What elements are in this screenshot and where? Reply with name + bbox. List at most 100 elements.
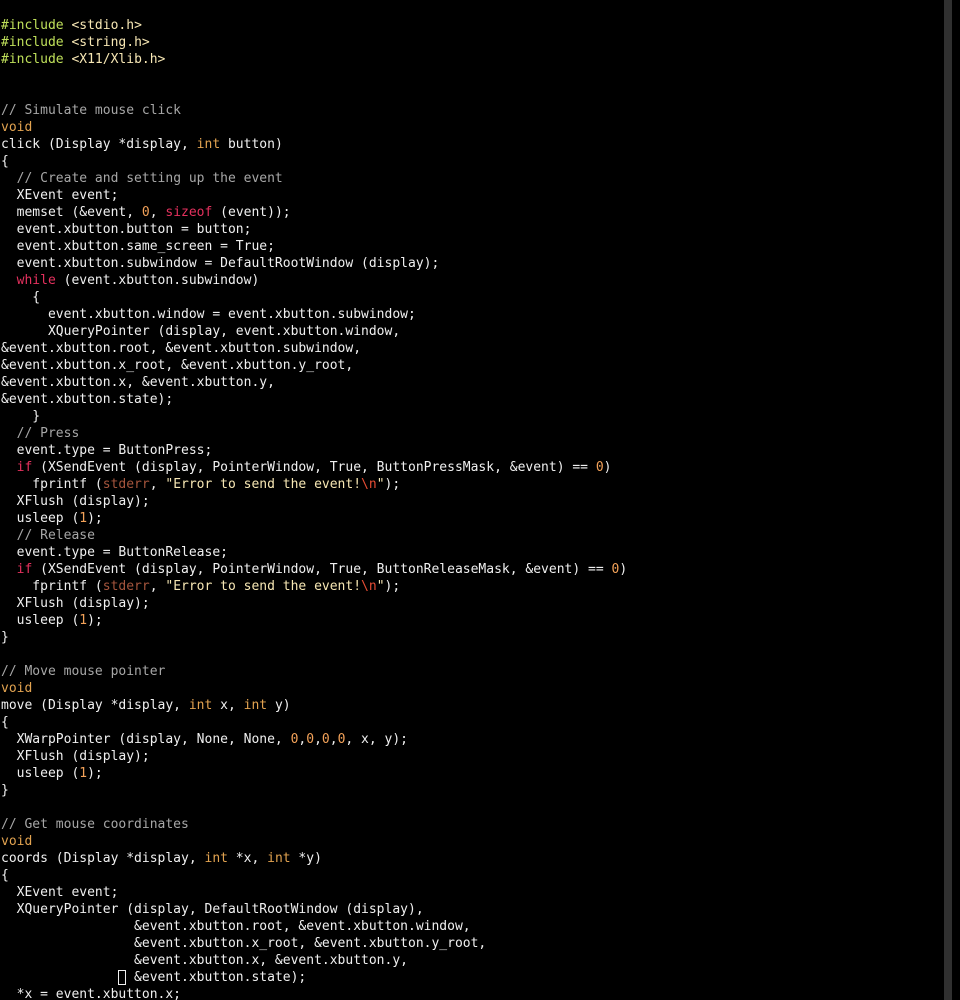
- code-line[interactable]: event.type = ButtonRelease;: [1, 544, 941, 561]
- code-line[interactable]: event.xbutton.button = button;: [1, 221, 941, 238]
- code-line[interactable]: XQueryPointer (display, event.xbutton.wi…: [1, 323, 941, 340]
- code-line[interactable]: event.xbutton.subwindow = DefaultRootWin…: [1, 255, 941, 272]
- code-token-text: &event.xbutton.x, &event.xbutton.y,: [1, 953, 408, 968]
- code-line[interactable]: event.xbutton.window = event.xbutton.sub…: [1, 306, 941, 323]
- code-line[interactable]: &event.xbutton.x_root, &event.xbutton.y_…: [1, 357, 941, 374]
- code-line[interactable]: usleep (1);: [1, 510, 941, 527]
- code-line[interactable]: }: [1, 629, 941, 646]
- code-token-text: ,: [149, 477, 166, 492]
- code-token-text: button): [220, 137, 283, 152]
- code-line[interactable]: &event.xbutton.root, &event.xbutton.subw…: [1, 340, 941, 357]
- code-token-text: &event.xbutton.state);: [1, 392, 174, 407]
- code-token-text: XFlush (display);: [1, 596, 150, 611]
- code-token-text: , x, y);: [345, 732, 409, 747]
- code-line[interactable]: memset (&event, 0, sizeof (event));: [1, 204, 941, 221]
- code-line[interactable]: move (Display *display, int x, int y): [1, 697, 941, 714]
- code-token-number: 1: [79, 613, 88, 628]
- code-line[interactable]: usleep (1);: [1, 765, 941, 782]
- code-line[interactable]: &event.xbutton.state);: [1, 969, 941, 986]
- code-line[interactable]: fprintf (stderr, "Error to send the even…: [1, 476, 941, 493]
- code-token-text: event.xbutton.window = event.xbutton.sub…: [1, 307, 416, 322]
- code-line[interactable]: #include <string.h>: [1, 34, 941, 51]
- code-token-string: <stdio.h>: [71, 18, 142, 33]
- code-line[interactable]: &event.xbutton.root, &event.xbutton.wind…: [1, 918, 941, 935]
- code-line[interactable]: void: [1, 119, 941, 136]
- code-line[interactable]: [1, 68, 941, 85]
- code-token-text: ): [603, 460, 612, 475]
- code-line[interactable]: XEvent event;: [1, 884, 941, 901]
- code-line[interactable]: &event.xbutton.x, &event.xbutton.y,: [1, 374, 941, 391]
- code-line[interactable]: // Create and setting up the event: [1, 170, 941, 187]
- code-line[interactable]: // Simulate mouse click: [1, 102, 941, 119]
- code-line[interactable]: event.xbutton.same_screen = True;: [1, 238, 941, 255]
- code-token-text: {: [1, 715, 9, 730]
- code-token-number: 0: [306, 732, 315, 747]
- code-line[interactable]: &event.xbutton.x, &event.xbutton.y,: [1, 952, 941, 969]
- code-line[interactable]: void: [1, 680, 941, 697]
- code-token-text: );: [87, 511, 103, 526]
- code-token-text: &event.xbutton.root, &event.xbutton.subw…: [1, 341, 362, 356]
- code-token-type: void: [1, 834, 33, 849]
- code-line[interactable]: XFlush (display);: [1, 748, 941, 765]
- code-token-keyword: sizeof: [165, 205, 213, 220]
- code-line[interactable]: }: [1, 782, 941, 799]
- code-line[interactable]: &event.xbutton.x_root, &event.xbutton.y_…: [1, 935, 941, 952]
- code-line[interactable]: XWarpPointer (display, None, None, 0,0,0…: [1, 731, 941, 748]
- code-line[interactable]: coords (Display *display, int *x, int *y…: [1, 850, 941, 867]
- code-area[interactable]: #include <stdio.h> #include <string.h> #in…: [1, 17, 941, 1000]
- code-line[interactable]: XFlush (display);: [1, 595, 941, 612]
- code-token-type: int: [188, 698, 213, 713]
- code-line[interactable]: &event.xbutton.state);: [1, 391, 941, 408]
- code-line[interactable]: if (XSendEvent (display, PointerWindow, …: [1, 561, 941, 578]
- code-token-text: &event.xbutton.x, &event.xbutton.y,: [1, 375, 275, 390]
- code-line[interactable]: {: [1, 289, 941, 306]
- code-token-text: {: [1, 154, 9, 169]
- code-token-text: XFlush (display);: [1, 494, 150, 509]
- code-token-comment: // Press: [16, 426, 80, 441]
- code-token-keyword: if: [16, 562, 33, 577]
- code-token-text: }: [1, 630, 9, 645]
- code-line[interactable]: // Press: [1, 425, 941, 442]
- code-token-text: y): [267, 698, 291, 713]
- vertical-scrollbar[interactable]: [944, 0, 952, 1000]
- code-line[interactable]: if (XSendEvent (display, PointerWindow, …: [1, 459, 941, 476]
- code-line[interactable]: [1, 85, 941, 102]
- code-token-keyword: if: [16, 460, 33, 475]
- code-token-text: XEvent event;: [1, 885, 119, 900]
- code-line[interactable]: // Get mouse coordinates: [1, 816, 941, 833]
- code-token-text: event.xbutton.button = button;: [1, 222, 252, 237]
- code-line[interactable]: fprintf (stderr, "Error to send the even…: [1, 578, 941, 595]
- code-line[interactable]: XEvent event;: [1, 187, 941, 204]
- code-line[interactable]: #include <stdio.h>: [1, 17, 941, 34]
- code-line[interactable]: }: [1, 408, 941, 425]
- code-line[interactable]: void: [1, 833, 941, 850]
- code-line[interactable]: [1, 799, 941, 816]
- code-line[interactable]: // Release: [1, 527, 941, 544]
- code-token-number: 1: [79, 766, 88, 781]
- code-line[interactable]: while (event.xbutton.subwindow): [1, 272, 941, 289]
- code-line[interactable]: {: [1, 714, 941, 731]
- code-token-type: void: [1, 681, 33, 696]
- code-token-type: int: [204, 851, 228, 866]
- code-line[interactable]: XFlush (display);: [1, 493, 941, 510]
- code-token-number: 0: [141, 205, 150, 220]
- code-line[interactable]: {: [1, 867, 941, 884]
- code-token-type: int: [243, 698, 268, 713]
- code-line[interactable]: #include <X11/Xlib.h>: [1, 51, 941, 68]
- code-line[interactable]: usleep (1);: [1, 612, 941, 629]
- code-line[interactable]: event.type = ButtonPress;: [1, 442, 941, 459]
- code-token-text: XQueryPointer (display, DefaultRootWindo…: [1, 902, 424, 917]
- code-line[interactable]: XQueryPointer (display, DefaultRootWindo…: [1, 901, 941, 918]
- code-line[interactable]: click (Display *display, int button): [1, 136, 941, 153]
- code-line[interactable]: *x = event.xbutton.x;: [1, 986, 941, 1000]
- code-line[interactable]: // Move mouse pointer: [1, 663, 941, 680]
- code-token-text: event.xbutton.subwindow = DefaultRootWin…: [1, 256, 440, 271]
- code-token-text: &event.xbutton.x_root, &event.xbutton.y_…: [1, 358, 354, 373]
- code-token-text: ): [619, 562, 628, 577]
- code-line[interactable]: [1, 646, 941, 663]
- code-editor[interactable]: #include <stdio.h> #include <string.h> #in…: [0, 0, 952, 1000]
- code-line[interactable]: {: [1, 153, 941, 170]
